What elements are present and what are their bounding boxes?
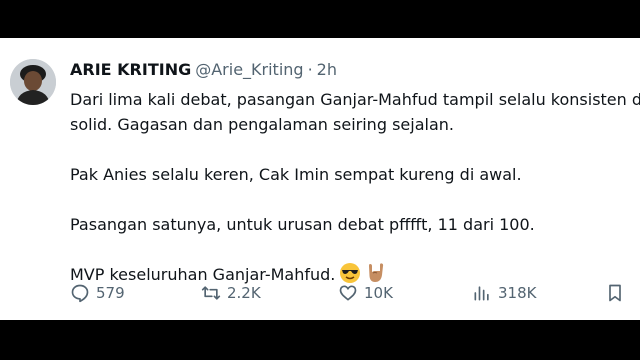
tweet-line: Pasangan satunya, untuk urusan debat pff… [70,215,535,234]
bookmark-icon [609,284,621,302]
display-name[interactable]: ARIE KRITING [70,60,191,79]
reply-icon [71,284,89,303]
retweet-icon [201,286,221,300]
views-icon [474,286,489,301]
views-button[interactable]: 318K [472,281,536,305]
view-count: 318K [498,284,537,302]
separator-dot: · [307,60,313,79]
tweet-line: Dari lima kali debat, pasangan Ganjar-Ma… [70,90,640,109]
reply-count: 579 [96,284,125,302]
retweet-button[interactable]: 2.2K [201,281,261,305]
tweet-card: ARIE KRITING @Arie_Kriting · 2h Dari lima k… [0,38,640,320]
tweet-actions: 579 2.2K 10K 318K [0,281,640,305]
like-icon [339,285,357,301]
like-button[interactable]: 10K [338,281,393,305]
tweet-line: Pak Anies selalu keren, Cak Imin sempat … [70,165,522,184]
reply-button[interactable]: 579 [70,281,125,305]
retweet-count: 2.2K [227,284,261,302]
tweet-line: solid. Gagasan dan pengalaman seiring se… [70,115,454,134]
user-handle[interactable]: @Arie_Kriting [195,60,303,79]
tweet-header: ARIE KRITING @Arie_Kriting · 2h [70,60,337,80]
tweet-text: Dari lima kali debat, pasangan Ganjar-Ma… [70,87,640,287]
like-count: 10K [364,284,393,302]
timestamp[interactable]: 2h [317,60,337,79]
avatar[interactable] [10,59,56,105]
bookmark-button[interactable] [605,281,625,305]
